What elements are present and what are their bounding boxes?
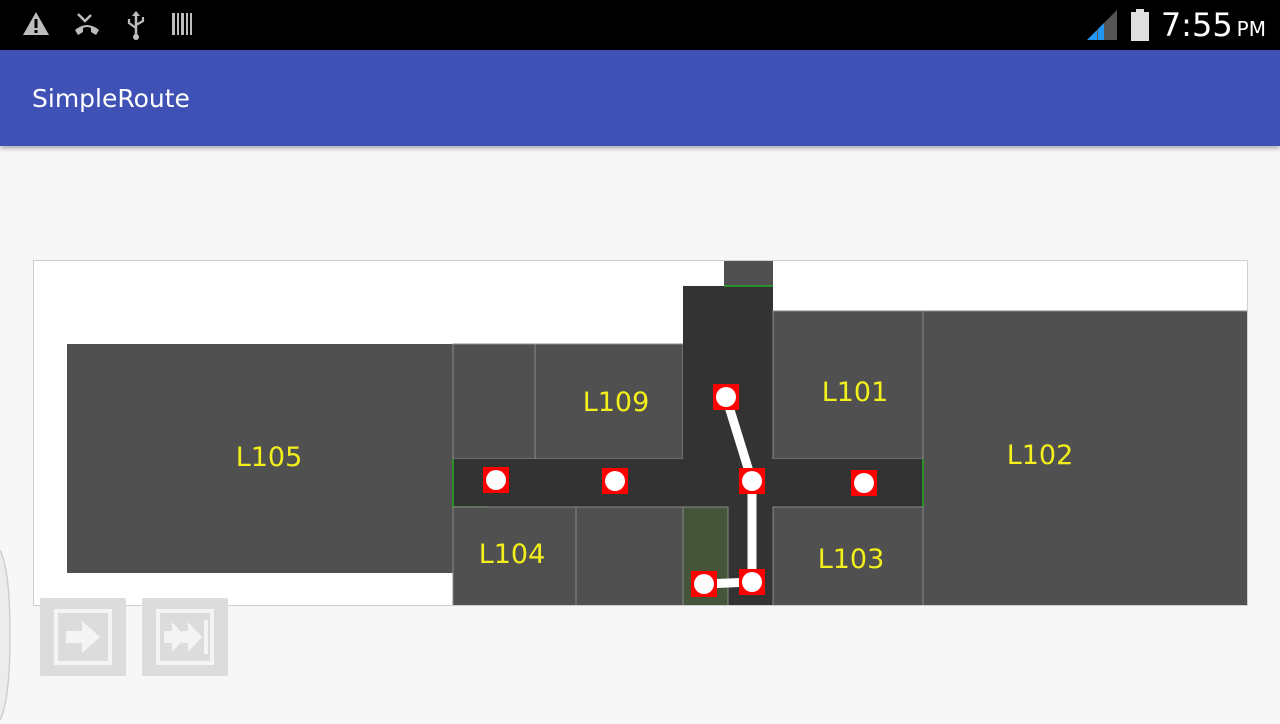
floor-map[interactable]: L105 L109 L101 L102 L104 L103 [33,260,1248,606]
room-small-south[interactable] [575,506,684,606]
room-small-west[interactable] [452,343,536,460]
room-label-L103: L103 [818,544,885,575]
room-L102[interactable] [922,310,1248,606]
room-label-L104: L104 [479,539,546,570]
clock-time: 7:55 [1160,6,1233,44]
floor-map-svg: L105 L109 L101 L102 L104 L103 [67,261,1248,606]
clock-ampm: PM [1236,17,1266,41]
room-label-L105: L105 [236,442,303,473]
app-title: SimpleRoute [32,84,190,113]
next-step-icon [40,609,126,680]
waypoint-node[interactable] [713,384,739,410]
skip-to-end-icon [142,609,228,680]
waypoint-node[interactable] [691,571,717,597]
waypoint-node[interactable] [851,470,877,496]
room-label-L109: L109 [583,387,650,418]
room-label-L101: L101 [822,377,889,408]
waypoint-node[interactable] [739,468,765,494]
missed-call-icon [72,10,102,44]
skip-to-end-button[interactable] [142,598,228,676]
waypoint-node[interactable] [739,569,765,595]
waypoint-node[interactable] [483,467,509,493]
status-clock: 7:55 PM [1161,6,1266,48]
corridor-top-cap [724,261,773,286]
waypoint-node[interactable] [602,468,628,494]
barcode-icon [170,10,194,44]
status-bar: 7:55 PM [0,0,1280,50]
warning-icon [22,10,50,44]
drawer-edge-handle[interactable] [0,549,12,721]
signal-icon [1085,8,1119,46]
battery-icon [1129,8,1151,46]
next-step-button[interactable] [40,598,126,676]
app-bar: SimpleRoute [0,50,1280,146]
usb-icon [124,10,148,44]
room-label-L102: L102 [1007,440,1074,471]
